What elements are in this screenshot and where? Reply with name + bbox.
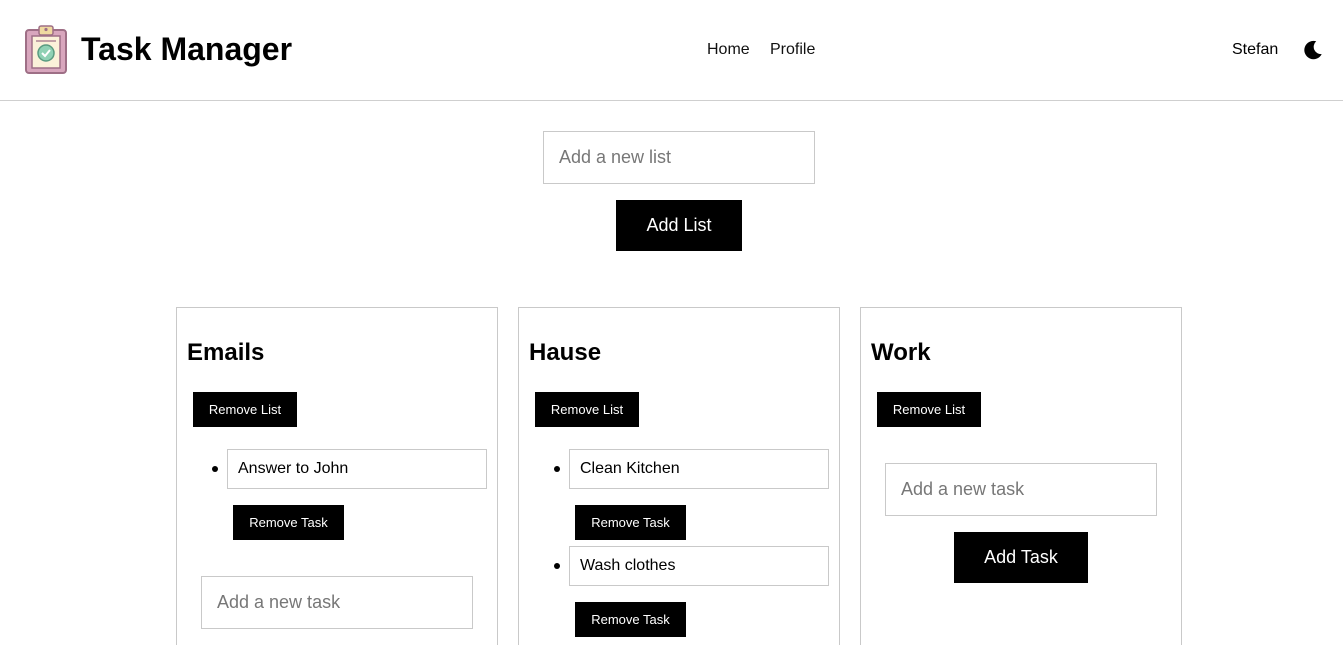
list-title: Work — [871, 339, 931, 366]
list-bullet — [212, 466, 218, 472]
list-bullet — [554, 563, 560, 569]
list-title: Hause — [529, 339, 602, 366]
remove-task-button[interactable]: Remove Task — [575, 505, 686, 540]
task-input[interactable] — [569, 449, 829, 489]
list-title: Emails — [187, 339, 265, 366]
add-task-button[interactable]: Add Task — [954, 532, 1088, 583]
list-card-emails: Emails Remove List Remove Task — [176, 307, 498, 645]
add-task-input[interactable] — [885, 463, 1157, 516]
task-input[interactable] — [569, 546, 829, 586]
new-list-input[interactable] — [543, 131, 815, 184]
list-bullet — [554, 466, 560, 472]
add-task-input[interactable] — [201, 576, 473, 629]
nav-link-profile[interactable]: Profile — [770, 40, 815, 59]
remove-list-button[interactable]: Remove List — [193, 392, 297, 427]
add-list-button[interactable]: Add List — [616, 200, 742, 251]
remove-task-button[interactable]: Remove Task — [575, 602, 686, 637]
list-card-hause: Hause Remove List Remove Task Remove Tas… — [518, 307, 840, 645]
remove-task-button[interactable]: Remove Task — [233, 505, 344, 540]
moon-icon[interactable] — [1302, 39, 1324, 61]
app-title: Task Manager — [81, 31, 293, 67]
clipboard-check-icon — [25, 25, 67, 74]
user-name: Stefan — [1232, 41, 1279, 58]
remove-list-button[interactable]: Remove List — [535, 392, 639, 427]
list-card-work: Work Remove List Add Task — [860, 307, 1182, 645]
app-header: Task Manager Home Profile Stefan — [0, 0, 1343, 101]
nav-link-home[interactable]: Home — [707, 40, 750, 59]
remove-list-button[interactable]: Remove List — [877, 392, 981, 427]
task-input[interactable] — [227, 449, 487, 489]
